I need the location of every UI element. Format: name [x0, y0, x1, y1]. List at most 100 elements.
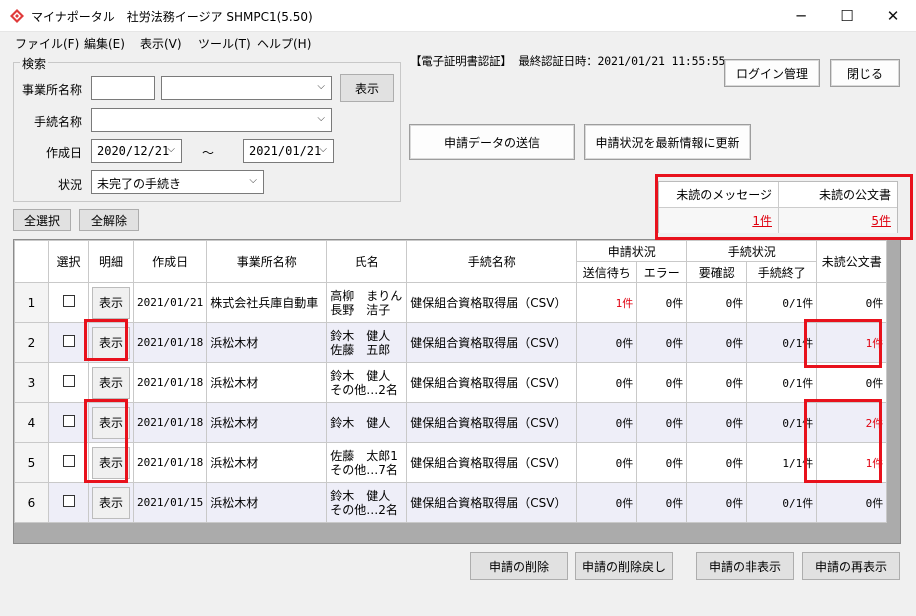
table-row[interactable]: 6 表示 2021/01/15 浜松木材 鈴木 健人 その他…2名 健保組合資格取… [14, 482, 888, 523]
menu-edit[interactable]: 編集(E) [84, 35, 125, 52]
send-data-button[interactable]: 申請データの送信 [409, 124, 575, 160]
header-confirm[interactable]: 要確認 [686, 261, 748, 283]
row-checkbox[interactable] [62, 495, 75, 507]
menu-view[interactable]: 表示(V) [140, 35, 182, 52]
row-number: 4 [14, 402, 49, 443]
office-label: 事業所名称 [21, 83, 82, 97]
header-detail: 明細 [88, 240, 134, 283]
procedure-select[interactable]: ⌵ [91, 108, 332, 132]
table-row[interactable]: 3 表示 2021/01/18 浜松木材 鈴木 健人 その他…2名 健保組合資格取… [14, 362, 888, 403]
close-window-button[interactable]: ✕ [870, 0, 916, 31]
table-row[interactable]: 4 表示 2021/01/18 浜松木材 鈴木 健人 健保組合資格取得届（CSV… [14, 402, 888, 443]
row-done: 0/1件 [746, 362, 818, 403]
header-app-status: 申請状況 [576, 240, 688, 262]
row-name-1: 鈴木 健人 [330, 368, 391, 383]
header-rownum [14, 240, 49, 283]
row-name-1: 鈴木 健人 [330, 488, 391, 503]
maximize-button[interactable]: ☐ [824, 0, 870, 31]
header-procedure[interactable]: 手続名称 [406, 240, 578, 283]
menu-help[interactable]: ヘルプ(H) [257, 35, 311, 52]
header-error[interactable]: エラー [636, 261, 688, 283]
row-waiting: 0件 [576, 362, 638, 403]
table-row[interactable]: 2 表示 2021/01/18 浜松木材 鈴木 健人 佐藤 五郎 健保組合資格取得… [14, 322, 888, 363]
date-from-picker[interactable]: 2020/12/21 ⌵ [91, 139, 182, 163]
header-done[interactable]: 手続終了 [746, 261, 818, 283]
menu-file[interactable]: ファイル(F) [15, 35, 79, 52]
header-created[interactable]: 作成日 [132, 240, 208, 283]
deselect-all-button[interactable]: 全解除 [79, 209, 139, 231]
row-detail-button[interactable]: 表示 [92, 366, 130, 399]
row-created: 2021/01/18 [132, 322, 208, 363]
table-row[interactable]: 5 表示 2021/01/18 浜松木材 佐藤 太郎1 その他…7名 健保組合資格… [14, 442, 888, 483]
status-select[interactable]: 未完了の手続き ⌵ [91, 170, 264, 194]
header-name[interactable]: 氏名 [326, 240, 408, 283]
office-name-select[interactable]: ⌵ [161, 76, 332, 100]
minimize-button[interactable]: ─ [778, 0, 824, 31]
row-waiting: 0件 [576, 402, 638, 443]
row-office: 浜松木材 [206, 322, 328, 363]
select-all-button[interactable]: 全選択 [13, 209, 71, 231]
row-names: 鈴木 健人 その他…2名 [326, 362, 408, 403]
row-confirm: 0件 [686, 322, 748, 363]
row-procedure: 健保組合資格取得届（CSV） [406, 442, 578, 483]
delete-application-button[interactable]: 申請の削除 [470, 552, 568, 580]
chevron-down-icon: ⌵ [317, 113, 325, 124]
row-unread: 0件 [816, 362, 888, 403]
row-procedure: 健保組合資格取得届（CSV） [406, 282, 578, 323]
row-checkbox[interactable] [62, 295, 75, 307]
cert-info: 【電子証明書認証】 最終認証日時：2021/01/21 11:55:55 [410, 54, 726, 68]
row-procedure: 健保組合資格取得届（CSV） [406, 362, 578, 403]
row-number: 1 [14, 282, 49, 323]
app-logo-icon [10, 9, 24, 23]
chevron-down-icon: ⌵ [249, 175, 257, 186]
row-checkbox[interactable] [62, 335, 75, 347]
update-status-button[interactable]: 申請状況を最新情報に更新 [584, 124, 751, 160]
unread-docs-label: 未読の公文書 [779, 182, 897, 208]
row-detail-button[interactable]: 表示 [92, 446, 130, 479]
row-detail-button[interactable]: 表示 [92, 326, 130, 359]
hide-application-button[interactable]: 申請の非表示 [696, 552, 794, 580]
title-bar: マイナポータル 社労法務イージア SHMPC1(5.50) ─ ☐ ✕ [0, 0, 916, 32]
row-detail-button[interactable]: 表示 [92, 406, 130, 439]
row-names: 鈴木 健人 [326, 402, 408, 443]
row-number: 6 [14, 482, 49, 523]
office-code-input[interactable] [91, 76, 155, 100]
menu-tools[interactable]: ツール(T) [198, 35, 251, 52]
row-unread: 0件 [816, 282, 888, 323]
row-detail-button[interactable]: 表示 [92, 286, 130, 319]
status-value: 未完了の手続き [97, 177, 182, 191]
unread-docs-link[interactable]: 5件 [779, 208, 897, 233]
row-done: 0/1件 [746, 402, 818, 443]
search-legend: 検索 [20, 55, 49, 72]
row-checkbox[interactable] [62, 415, 75, 427]
header-unread-docs[interactable]: 未読公文書 [816, 240, 888, 283]
row-unread: 1件 [816, 442, 888, 483]
row-detail-button[interactable]: 表示 [92, 486, 130, 519]
unread-messages-link[interactable]: 1件 [659, 208, 779, 233]
row-checkbox[interactable] [62, 455, 75, 467]
reshow-application-button[interactable]: 申請の再表示 [802, 552, 900, 580]
row-created: 2021/01/21 [132, 282, 208, 323]
header-proc-status: 手続状況 [686, 240, 818, 262]
table-row[interactable]: 1 表示 2021/01/21 株式会社兵庫自動車 高柳 まりん 長野 洁子 健保… [14, 282, 888, 323]
undo-delete-button[interactable]: 申請の削除戻し [575, 552, 673, 580]
row-number: 5 [14, 442, 49, 483]
login-manage-button[interactable]: ログイン管理 [724, 59, 820, 87]
date-from-value: 2020/12/21 [97, 144, 170, 158]
row-office: 浜松木材 [206, 362, 328, 403]
row-unread: 1件 [816, 322, 888, 363]
row-error: 0件 [636, 482, 688, 523]
row-name-2: 佐藤 五郎 [330, 342, 391, 357]
row-done: 0/1件 [746, 322, 818, 363]
chevron-down-icon: ⌵ [319, 144, 327, 155]
date-to-picker[interactable]: 2021/01/21 ⌵ [243, 139, 334, 163]
row-checkbox[interactable] [62, 375, 75, 387]
row-name-1: 高柳 まりん [330, 288, 403, 303]
date-separator: ～ [202, 146, 215, 160]
row-error: 0件 [636, 322, 688, 363]
header-waiting[interactable]: 送信待ち [576, 261, 638, 283]
row-names: 鈴木 健人 佐藤 五郎 [326, 322, 408, 363]
header-office[interactable]: 事業所名称 [206, 240, 328, 283]
office-show-button[interactable]: 表示 [340, 74, 394, 102]
close-button[interactable]: 閉じる [830, 59, 900, 87]
